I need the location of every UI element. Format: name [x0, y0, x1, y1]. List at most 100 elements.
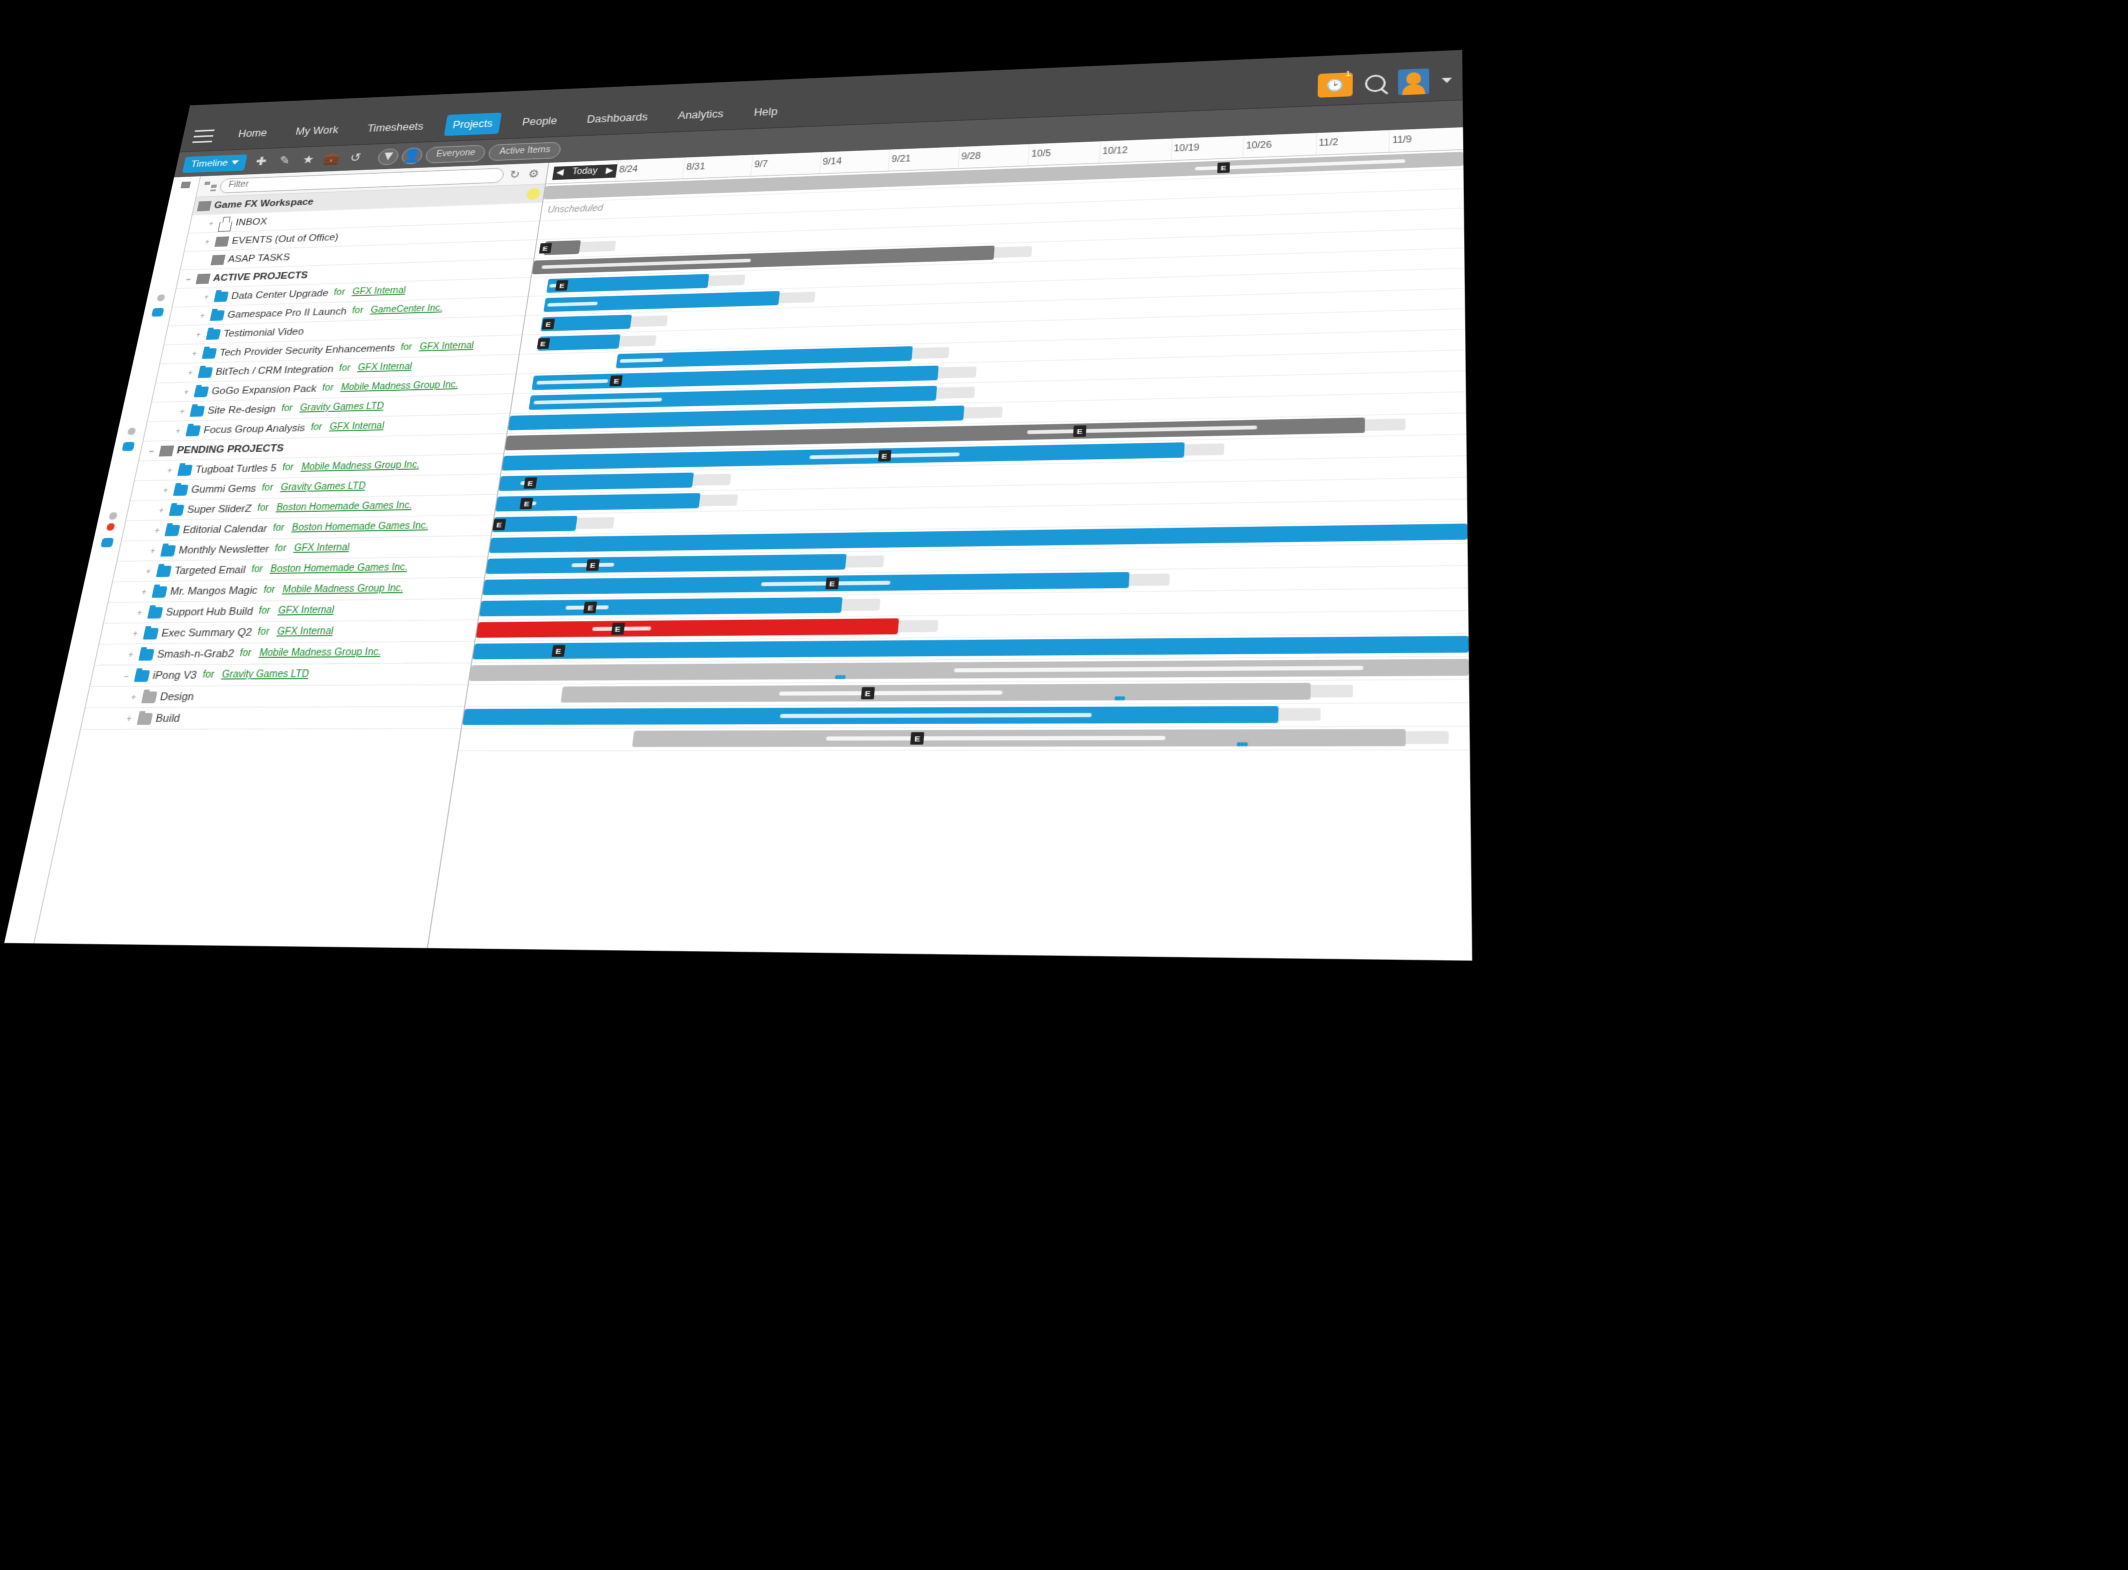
client-link[interactable]: Gravity Games LTD [221, 669, 310, 680]
gantt-bar[interactable]: E [561, 683, 1311, 703]
add-icon[interactable]: ✚ [252, 154, 271, 169]
expand-toggle[interactable]: + [130, 629, 142, 639]
nav-analytics[interactable]: Analytics [669, 103, 732, 127]
timeline-view-button[interactable]: Timeline [182, 154, 247, 173]
nav-home[interactable]: Home [229, 122, 276, 145]
client-link[interactable]: Boston Homemade Games Inc. [269, 563, 408, 575]
hierarchy-icon[interactable] [203, 181, 218, 191]
expand-toggle[interactable]: − [146, 446, 157, 455]
client-link[interactable]: GFX Internal [357, 362, 413, 373]
expand-toggle[interactable]: + [143, 566, 155, 575]
gantt-bar[interactable]: E [476, 618, 899, 637]
gantt-bar[interactable]: E [495, 493, 701, 511]
gantt-bar[interactable] [469, 659, 1469, 681]
star-icon[interactable]: ★ [299, 152, 318, 167]
gantt-bar[interactable]: E [479, 597, 842, 616]
client-link[interactable]: GameCenter Inc. [370, 304, 444, 316]
rail-alert-icon[interactable] [106, 523, 115, 530]
nav-help[interactable]: Help [745, 101, 786, 124]
gantt-bar[interactable]: E [632, 729, 1406, 747]
client-link[interactable]: Boston Homemade Games Inc. [291, 521, 429, 533]
nav-my-work[interactable]: My Work [286, 119, 347, 142]
expand-toggle[interactable]: + [128, 692, 140, 702]
client-link[interactable]: GFX Internal [293, 543, 350, 554]
expand-toggle[interactable]: + [173, 426, 184, 435]
client-link[interactable]: Mobile Madness Group Inc. [258, 647, 382, 659]
briefcase-icon[interactable]: 💼 [322, 151, 341, 166]
avatar[interactable] [1398, 68, 1429, 95]
client-link[interactable]: Gravity Games LTD [299, 402, 384, 414]
expand-toggle[interactable]: + [185, 368, 196, 377]
rail-chat-icon[interactable] [121, 442, 134, 451]
client-link[interactable]: GFX Internal [329, 421, 385, 432]
gantt-bar[interactable] [462, 706, 1279, 725]
rail-dot-icon[interactable] [156, 294, 165, 301]
gantt-bar[interactable]: E [486, 554, 846, 574]
expand-toggle[interactable]: + [134, 608, 146, 618]
expand-toggle[interactable]: + [160, 485, 171, 494]
expand-toggle[interactable]: + [147, 546, 159, 555]
expand-toggle[interactable]: + [202, 237, 213, 246]
sync-icon[interactable]: ↺ [346, 150, 365, 165]
timer-badge[interactable]: 🕑1 [1318, 72, 1353, 97]
expand-toggle[interactable]: + [193, 330, 204, 339]
expand-toggle[interactable]: + [152, 526, 163, 535]
expand-toggle[interactable]: + [206, 219, 217, 228]
client-link[interactable]: Mobile Madness Group Inc. [300, 460, 420, 472]
filter-everyone-pill[interactable]: Everyone [425, 144, 487, 163]
expand-toggle[interactable]: + [177, 407, 188, 416]
rail-dot-icon[interactable] [127, 428, 136, 435]
expand-toggle[interactable]: + [138, 587, 150, 597]
tree-item[interactable]: + Exec Summary Q2forGFX Internal [99, 620, 477, 644]
client-link[interactable]: GFX Internal [277, 605, 335, 616]
client-link[interactable]: GFX Internal [351, 286, 406, 297]
rail-chat-icon[interactable] [100, 538, 113, 547]
tree-item[interactable]: + Smash-n-Grab2forMobile Madness Group I… [95, 642, 475, 666]
tree-item[interactable]: + Design [85, 685, 467, 708]
hamburger-icon[interactable] [192, 129, 214, 143]
expand-toggle[interactable]: + [156, 505, 167, 514]
filter-active-pill[interactable]: Active Items [488, 141, 562, 160]
expand-toggle[interactable]: + [197, 311, 208, 320]
date-today-button[interactable]: Today [565, 164, 603, 179]
gantt-bar[interactable]: E [492, 516, 577, 532]
expand-toggle[interactable]: + [181, 387, 192, 396]
expand-toggle[interactable]: − [183, 275, 194, 284]
nav-people[interactable]: People [513, 110, 566, 133]
gantt-bar[interactable]: E [499, 473, 695, 491]
client-link[interactable]: Gravity Games LTD [280, 481, 367, 493]
gear-icon[interactable]: ⚙ [525, 167, 542, 181]
expand-toggle[interactable]: + [123, 714, 135, 724]
client-link[interactable]: GFX Internal [419, 341, 475, 352]
expand-toggle[interactable]: + [164, 466, 175, 475]
client-link[interactable]: Boston Homemade Games Inc. [275, 501, 413, 513]
client-link[interactable]: GFX Internal [276, 626, 334, 637]
rail-dot-icon[interactable] [108, 512, 117, 519]
rail-item-icon[interactable] [180, 182, 190, 189]
gantt-bar-progress [547, 302, 598, 307]
expand-toggle[interactable]: + [201, 292, 212, 301]
expand-toggle[interactable]: − [121, 671, 133, 681]
edit-icon[interactable]: ✎ [275, 153, 294, 168]
gantt-bar[interactable]: E [541, 315, 632, 332]
refresh-icon[interactable]: ↻ [506, 167, 523, 181]
search-icon[interactable] [1365, 74, 1386, 92]
filter-funnel-icon[interactable]: ▼ [377, 148, 400, 165]
gantt-bar[interactable]: E [538, 334, 621, 350]
rail-chat-icon[interactable] [151, 308, 164, 317]
tree-item[interactable]: + Build [81, 707, 464, 730]
gantt-bar[interactable]: E [547, 274, 710, 293]
nav-dashboards[interactable]: Dashboards [578, 106, 657, 130]
expand-toggle[interactable]: + [125, 650, 137, 660]
account-menu-caret-icon[interactable] [1442, 78, 1452, 84]
effort-marker-icon: E [825, 577, 839, 589]
tree-item[interactable]: − iPong V3forGravity Games LTD [90, 663, 471, 687]
tree-label: iPong V3 [152, 669, 198, 681]
gantt-bar[interactable]: E [544, 240, 581, 255]
person-filter-icon[interactable]: 👤 [401, 147, 424, 164]
client-link[interactable]: Mobile Madness Group Inc. [282, 584, 405, 596]
client-link[interactable]: Mobile Madness Group Inc. [340, 380, 459, 393]
nav-timesheets[interactable]: Timesheets [358, 116, 433, 140]
expand-toggle[interactable]: + [189, 349, 200, 358]
nav-projects[interactable]: Projects [444, 113, 502, 136]
